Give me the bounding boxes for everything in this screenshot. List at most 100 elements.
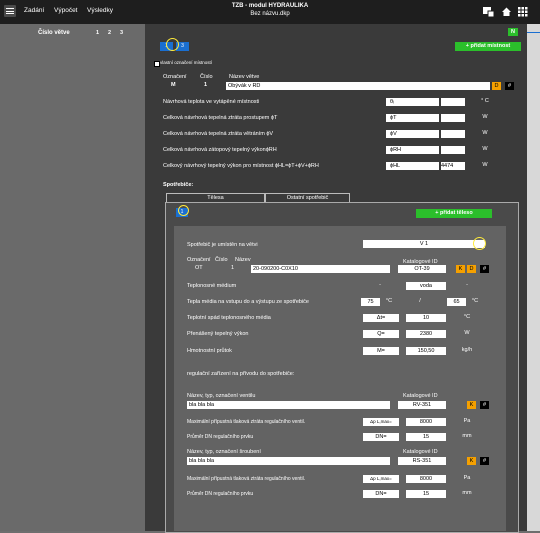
highlight-circle bbox=[178, 205, 189, 216]
add-body-button[interactable]: + přidat těleso bbox=[416, 209, 492, 218]
row-value[interactable] bbox=[441, 130, 465, 138]
location-input[interactable]: V 1 bbox=[363, 240, 485, 248]
row-symbol: ϕV bbox=[386, 130, 439, 138]
branch-1[interactable]: 1 bbox=[96, 30, 99, 36]
power-label: Přenášený tepelný výkon bbox=[187, 331, 249, 337]
body-name-input[interactable]: 20-090200-C0X10 bbox=[251, 265, 390, 273]
home-icon[interactable] bbox=[500, 5, 513, 18]
row-label: Celková návrhová tepelná ztráta větráním… bbox=[163, 131, 274, 137]
body-catalog-input[interactable]: OT-39 bbox=[398, 265, 446, 273]
fitting-pressure-unit: Pa bbox=[463, 475, 471, 481]
valve-catalog-input[interactable]: RV-351 bbox=[398, 401, 446, 409]
power-input[interactable]: 2380 bbox=[406, 330, 446, 338]
branch-2[interactable]: 2 bbox=[108, 30, 111, 36]
valve-pressure-symbol: Δp L,max= bbox=[363, 418, 399, 426]
temp-in-unit: °C bbox=[385, 298, 393, 304]
valve-dn-input[interactable]: 15 bbox=[406, 433, 446, 441]
branch-name-label: Název větve bbox=[229, 74, 260, 80]
row-value[interactable] bbox=[441, 98, 465, 106]
delta-input[interactable]: 10 bbox=[406, 314, 446, 322]
medium-a: - bbox=[379, 282, 381, 288]
hash-button[interactable]: # bbox=[480, 457, 489, 465]
body-number: 1 bbox=[231, 265, 235, 271]
grid-icon[interactable] bbox=[516, 5, 529, 18]
row-symbol: ϕRH bbox=[386, 146, 439, 154]
valve-dn-symbol: DN= bbox=[363, 433, 399, 441]
row-symbol: ϕHL bbox=[386, 162, 439, 170]
temp-out-unit: °C bbox=[471, 298, 479, 304]
valve-pressure-label: Maximální přípustná tlaková ztráta regul… bbox=[187, 419, 306, 425]
n-button[interactable]: N bbox=[508, 28, 518, 36]
add-room-button[interactable]: + přidat místnost bbox=[455, 42, 521, 51]
location-label: Spotřebič je umístěn na větvi bbox=[187, 242, 258, 248]
delta-symbol: Δt= bbox=[363, 314, 399, 322]
branch-3[interactable]: 3 bbox=[120, 30, 123, 36]
row-value[interactable] bbox=[441, 114, 465, 122]
hash-button[interactable]: # bbox=[480, 265, 489, 273]
file-name: Bez názvu.dkp bbox=[250, 11, 290, 17]
scroll-indicator bbox=[527, 32, 540, 33]
user-icon[interactable] bbox=[482, 5, 495, 18]
branch-panel bbox=[0, 24, 145, 531]
temp-out-input[interactable]: 65 bbox=[447, 298, 466, 306]
hash-button[interactable]: # bbox=[480, 401, 489, 409]
d-button[interactable]: D bbox=[467, 265, 476, 273]
highlight-circle bbox=[166, 38, 179, 51]
flow-input[interactable]: 150,50 bbox=[406, 347, 446, 355]
row-unit: W bbox=[482, 114, 488, 120]
fitting-pressure-symbol: Δp L,max= bbox=[363, 475, 399, 483]
row-unit: ° C bbox=[481, 98, 489, 104]
fitting-catalog-label: Katalogové ID bbox=[403, 449, 438, 455]
body-mark: OT bbox=[195, 265, 203, 271]
own-room-label: vlastní označení místností bbox=[160, 60, 213, 65]
hash-button[interactable]: # bbox=[505, 82, 514, 90]
body-mark-label: Označení bbox=[187, 257, 211, 263]
fitting-pressure-label: Maximální přípustná tlaková ztráta regul… bbox=[187, 476, 306, 482]
valve-pressure-input[interactable]: 8000 bbox=[406, 418, 446, 426]
power-unit: W bbox=[464, 330, 470, 336]
row-label: Návrhová teplota ve vytápěné místnosti bbox=[163, 99, 260, 105]
valve-label: Název, typ, označení ventilu bbox=[187, 393, 256, 399]
delta-unit: °C bbox=[463, 314, 471, 320]
regulation-label: regulační zařízení na přívodu do spotřeb… bbox=[187, 371, 295, 377]
app-title: TZB - modul HYDRAULIKA bbox=[231, 3, 309, 9]
fitting-name-input[interactable]: bla bla bla bbox=[187, 457, 390, 465]
valve-dn-unit: mm bbox=[462, 433, 472, 439]
medium-input[interactable]: voda bbox=[406, 282, 446, 290]
d-button[interactable]: D bbox=[492, 82, 501, 90]
mark-label: Označení bbox=[163, 74, 187, 80]
valve-pressure-unit: Pa bbox=[463, 418, 471, 424]
row-label: Celkový návrhový tepelný výkon pro místn… bbox=[163, 163, 319, 169]
row-label: Celková návrhová tepelná ztráta prostupe… bbox=[163, 115, 278, 121]
fitting-dn-input[interactable]: 15 bbox=[406, 490, 446, 498]
flow-label: Hmotnostní průtok bbox=[187, 348, 232, 354]
medium-label: Teplonosné médium bbox=[187, 283, 237, 289]
row-unit: W bbox=[482, 162, 488, 168]
room-name-input[interactable]: Obývák v RD bbox=[226, 82, 490, 90]
temp-separator: / bbox=[419, 298, 421, 304]
row-label: Celková návrhová zátopový tepelný výkonϕ… bbox=[163, 147, 277, 153]
k-button[interactable]: K bbox=[467, 401, 476, 409]
row-unit: W bbox=[482, 130, 488, 136]
consumers-label: Spotřebiče: bbox=[163, 182, 194, 188]
room-number: 1 bbox=[204, 82, 208, 88]
valve-name-input[interactable]: bla bla bla bbox=[187, 401, 390, 409]
fitting-catalog-input[interactable]: RS-351 bbox=[398, 457, 446, 465]
row-value[interactable]: 4474 bbox=[441, 162, 465, 170]
fitting-pressure-input[interactable]: 8000 bbox=[406, 475, 446, 483]
delta-label: Teplotní spád teplonosného média bbox=[187, 315, 271, 321]
k-button[interactable]: K bbox=[467, 457, 476, 465]
power-symbol: Q= bbox=[363, 330, 399, 338]
room-mark: M bbox=[171, 82, 176, 88]
flow-symbol: M= bbox=[363, 347, 399, 355]
temp-in-input[interactable]: 75 bbox=[361, 298, 380, 306]
temp-label: Tepla média na vstupu do a výstupu ze sp… bbox=[187, 299, 309, 305]
fitting-dn-unit: mm bbox=[462, 490, 472, 496]
k-button[interactable]: K bbox=[456, 265, 465, 273]
valve-dn-label: Průměr DN regulačního prvku bbox=[187, 434, 254, 440]
valve-catalog-label: Katalogové ID bbox=[403, 393, 438, 399]
fitting-label: Název, typ, označení šroubení bbox=[187, 449, 261, 455]
row-value[interactable] bbox=[441, 146, 465, 154]
row-unit: W bbox=[482, 146, 488, 152]
medium-c: - bbox=[466, 282, 468, 288]
